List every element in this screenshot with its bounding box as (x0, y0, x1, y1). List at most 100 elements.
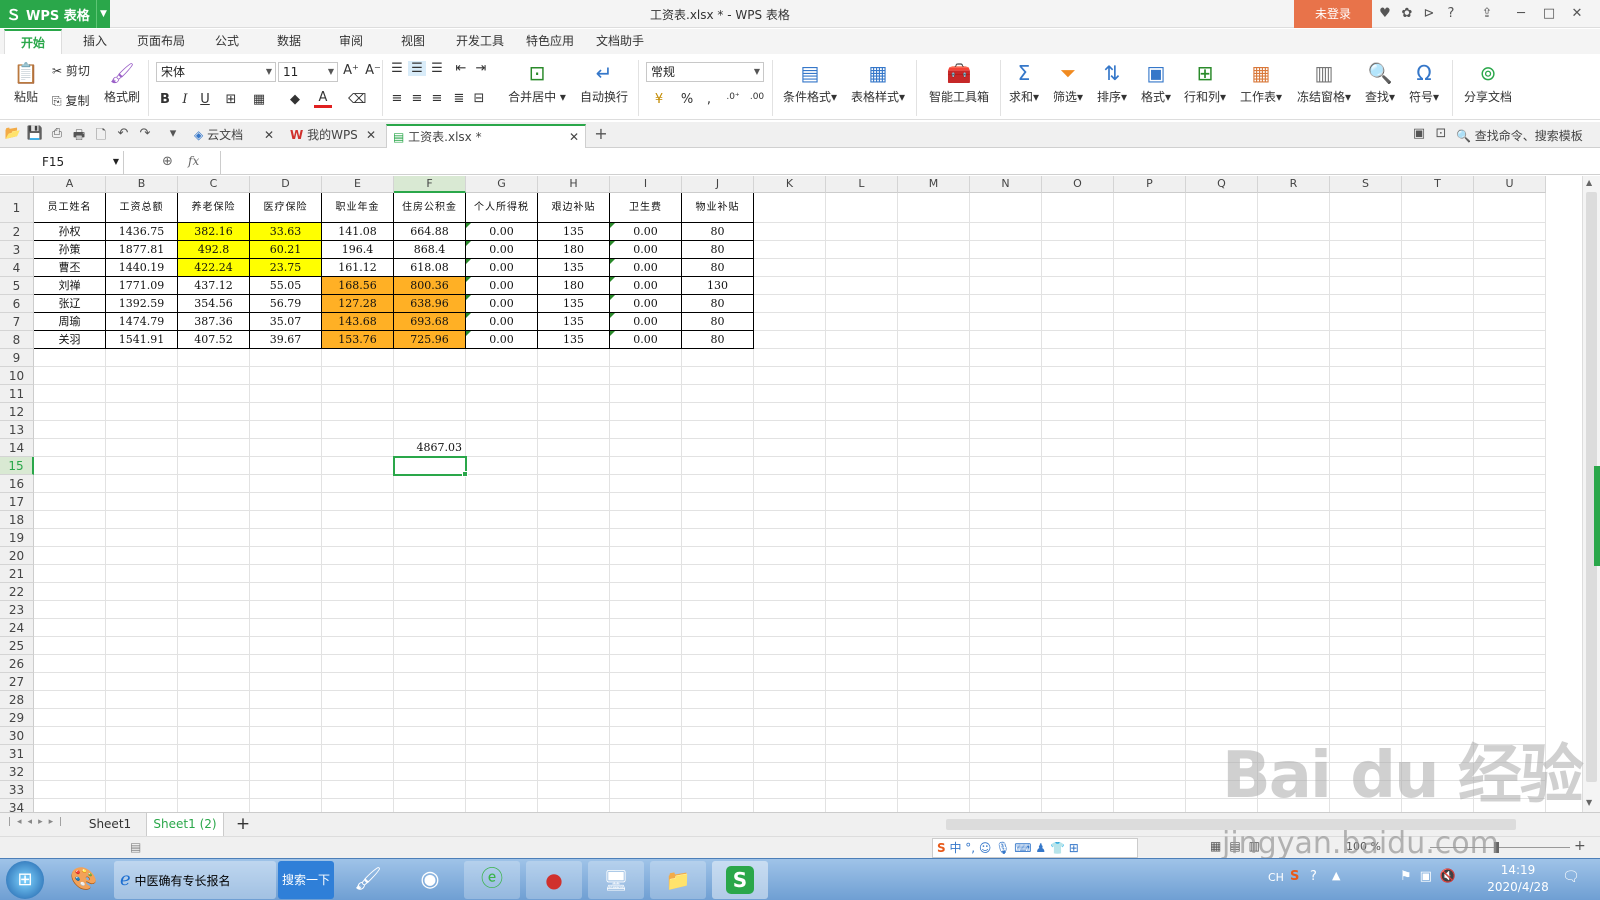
cell-n15[interactable] (970, 457, 1042, 475)
cell-s25[interactable] (1330, 637, 1402, 655)
cell-o27[interactable] (1042, 673, 1114, 691)
row-header-15[interactable]: 15 (0, 457, 34, 475)
cell-f5[interactable]: 800.36 (394, 277, 466, 295)
cell-r14[interactable] (1258, 439, 1330, 457)
cell-p25[interactable] (1114, 637, 1186, 655)
column-header-g[interactable]: G (466, 176, 538, 193)
cell-l12[interactable] (826, 403, 898, 421)
cell-h10[interactable] (538, 367, 610, 385)
cell-f20[interactable] (394, 547, 466, 565)
cell-i4[interactable]: 0.00 (610, 259, 682, 277)
cell-n11[interactable] (970, 385, 1042, 403)
cell-u26[interactable] (1474, 655, 1546, 673)
cell-h33[interactable] (538, 781, 610, 799)
cell-o30[interactable] (1042, 727, 1114, 745)
formula-input[interactable] (220, 151, 1600, 174)
cell-u2[interactable] (1474, 223, 1546, 241)
cell-g3[interactable]: 0.00 (466, 241, 538, 259)
cell-t5[interactable] (1402, 277, 1474, 295)
cell-s20[interactable] (1330, 547, 1402, 565)
cell-s4[interactable] (1330, 259, 1402, 277)
cell-f15[interactable] (394, 457, 466, 475)
cell-e4[interactable]: 161.12 (322, 259, 394, 277)
cell-l15[interactable] (826, 457, 898, 475)
cell-n6[interactable] (970, 295, 1042, 313)
cell-q16[interactable] (1186, 475, 1258, 493)
cell-i7[interactable]: 0.00 (610, 313, 682, 331)
cell-h32[interactable] (538, 763, 610, 781)
cell-h29[interactable] (538, 709, 610, 727)
cell-h21[interactable] (538, 565, 610, 583)
cell-k31[interactable] (754, 745, 826, 763)
cell-d23[interactable] (250, 601, 322, 619)
cell-b31[interactable] (106, 745, 178, 763)
column-header-p[interactable]: P (1114, 176, 1186, 193)
cell-m31[interactable] (898, 745, 970, 763)
cell-p17[interactable] (1114, 493, 1186, 511)
cell-f32[interactable] (394, 763, 466, 781)
export-pdf-icon[interactable]: ⎙ (48, 126, 66, 141)
align-left-icon[interactable]: ≡ (388, 91, 406, 106)
shrink-font-icon[interactable]: A⁻ (364, 63, 382, 78)
find-button[interactable]: 🔍 查找▾ (1360, 60, 1400, 105)
cell-r2[interactable] (1258, 223, 1330, 241)
cell-i1[interactable]: 卫生费 (610, 193, 682, 223)
cell-j23[interactable] (682, 601, 754, 619)
share-doc-button[interactable]: ⊚ 分享文档 (1458, 60, 1518, 105)
cell-o22[interactable] (1042, 583, 1114, 601)
open-folder-icon[interactable]: 📂 (4, 126, 22, 141)
tray-help-icon[interactable]: ? (1310, 869, 1317, 884)
justify-icon[interactable]: ≣ (450, 91, 468, 106)
cell-c25[interactable] (178, 637, 250, 655)
cell-r18[interactable] (1258, 511, 1330, 529)
column-header-f[interactable]: F (394, 176, 466, 193)
cell-p10[interactable] (1114, 367, 1186, 385)
add-sheet-icon[interactable]: + (232, 813, 254, 837)
cell-a4[interactable]: 曹丕 (34, 259, 106, 277)
cell-c24[interactable] (178, 619, 250, 637)
column-header-m[interactable]: M (898, 176, 970, 193)
cell-c2[interactable]: 382.16 (178, 223, 250, 241)
cell-m1[interactable] (898, 193, 970, 223)
cell-q8[interactable] (1186, 331, 1258, 349)
cell-e33[interactable] (322, 781, 394, 799)
cell-o9[interactable] (1042, 349, 1114, 367)
cell-h1[interactable]: 艰边补贴 (538, 193, 610, 223)
cell-c13[interactable] (178, 421, 250, 439)
cell-d9[interactable] (250, 349, 322, 367)
cell-e13[interactable] (322, 421, 394, 439)
cell-i19[interactable] (610, 529, 682, 547)
cell-c5[interactable]: 437.12 (178, 277, 250, 295)
cell-s6[interactable] (1330, 295, 1402, 313)
cell-e12[interactable] (322, 403, 394, 421)
cell-l6[interactable] (826, 295, 898, 313)
cell-n20[interactable] (970, 547, 1042, 565)
cell-e11[interactable] (322, 385, 394, 403)
cell-d22[interactable] (250, 583, 322, 601)
cell-l22[interactable] (826, 583, 898, 601)
cell-s17[interactable] (1330, 493, 1402, 511)
undo-icon[interactable]: ↶ (114, 126, 132, 141)
cell-f10[interactable] (394, 367, 466, 385)
cell-u13[interactable] (1474, 421, 1546, 439)
cell-f17[interactable] (394, 493, 466, 511)
cell-m9[interactable] (898, 349, 970, 367)
cell-m26[interactable] (898, 655, 970, 673)
cell-j24[interactable] (682, 619, 754, 637)
cell-u9[interactable] (1474, 349, 1546, 367)
cell-f33[interactable] (394, 781, 466, 799)
cell-t3[interactable] (1402, 241, 1474, 259)
cell-o12[interactable] (1042, 403, 1114, 421)
cell-u4[interactable] (1474, 259, 1546, 277)
row-header-24[interactable]: 24 (0, 619, 34, 637)
cell-q4[interactable] (1186, 259, 1258, 277)
cell-r8[interactable] (1258, 331, 1330, 349)
cell-s12[interactable] (1330, 403, 1402, 421)
cell-e6[interactable]: 127.28 (322, 295, 394, 313)
cell-r6[interactable] (1258, 295, 1330, 313)
cell-t24[interactable] (1402, 619, 1474, 637)
cell-r24[interactable] (1258, 619, 1330, 637)
cell-c7[interactable]: 387.36 (178, 313, 250, 331)
underline-icon[interactable]: U (196, 92, 214, 107)
cell-i11[interactable] (610, 385, 682, 403)
